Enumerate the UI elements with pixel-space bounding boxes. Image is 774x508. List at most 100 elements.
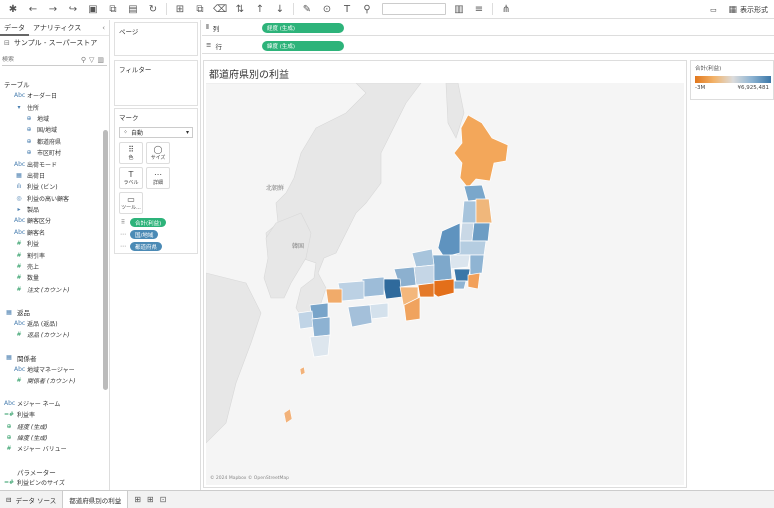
rows-shelf[interactable]: ≡ 行 緯度 (生成): [202, 38, 774, 54]
field-item[interactable]: Abc オーダー日: [0, 90, 104, 101]
mark-pill[interactable]: 合計(利益): [130, 218, 167, 227]
field-item[interactable]: ılı 利益 (ビン): [0, 181, 104, 192]
comment-icon[interactable]: ▭: [706, 3, 720, 17]
field-item[interactable]: Abc 返品 (返品): [0, 318, 104, 329]
new-worksheet-icon[interactable]: ⊞: [173, 2, 187, 16]
field-item[interactable]: Abc 顧客名: [0, 227, 104, 238]
field-item[interactable]: ▸ 製品: [0, 204, 104, 215]
field-item[interactable]: # メジャー バリュー: [0, 443, 104, 454]
field-item[interactable]: ⊕ 都道府県: [0, 136, 104, 147]
highlight-icon[interactable]: ✎: [300, 2, 314, 16]
mark-pill[interactable]: 都道府県: [130, 242, 163, 251]
field-item[interactable]: =# 利益ビンのサイズ: [0, 477, 104, 488]
field-item[interactable]: ⊕ 国/地域: [0, 124, 104, 135]
table-section-header[interactable]: ▦ 関係者: [0, 352, 104, 363]
latitude-pill[interactable]: 緯度 (生成): [262, 40, 344, 51]
worksheet-title[interactable]: 都道府県別の利益: [204, 61, 686, 81]
filter-icon[interactable]: ▽: [89, 56, 94, 64]
clear-icon[interactable]: ⌫: [213, 2, 227, 16]
field-item[interactable]: ▦ 出荷日: [0, 170, 104, 181]
tohoku-fukushima: [455, 240, 487, 256]
labels-icon[interactable]: T: [340, 2, 354, 16]
new-datasource-icon[interactable]: ⧉: [106, 2, 120, 16]
mark-button[interactable]: ◯ サイズ: [146, 142, 170, 164]
tab-data[interactable]: データ: [0, 20, 29, 36]
field-name: 市区町村: [37, 150, 62, 158]
longitude-pill[interactable]: 経度 (生成): [262, 22, 344, 33]
tableau-window: ✱ ← → ↪ ▣ ⧉ ▤ ↻ ⊞ ⧉ ⌫ ⇅ ↑ ↓ ✎ ⊙ T ⚲ ▥ ≡ …: [0, 0, 774, 508]
filled-map[interactable]: 北朝鮮 韓国 © 2024 Mapbox © OpenStreetMap: [206, 83, 684, 485]
field-item[interactable]: # 数量: [0, 272, 104, 283]
field-type-icon: #: [16, 251, 22, 259]
field-item[interactable]: ◎ 利益の高い顧客: [0, 193, 104, 204]
map-credit[interactable]: © 2024 Mapbox © OpenStreetMap: [210, 476, 289, 481]
sort-desc-icon[interactable]: ↓: [273, 2, 287, 16]
niigata: [437, 222, 461, 258]
table-section-header[interactable]: パラメーター: [0, 466, 104, 477]
field-name: 住所: [27, 104, 40, 112]
mark-button[interactable]: T ラベル: [119, 167, 143, 189]
field-item[interactable]: # 返品 (カウント): [0, 329, 104, 340]
filters-card[interactable]: フィルター: [114, 60, 198, 106]
fix-axes-icon[interactable]: ▥: [452, 2, 466, 16]
field-item[interactable]: ⊕ 地域: [0, 113, 104, 124]
pin-icon[interactable]: ⚲: [360, 2, 374, 16]
color-legend[interactable]: 合計(利益) -3M ¥6,925,481: [690, 60, 774, 100]
field-name: 注文 (カウント): [27, 286, 70, 294]
mark-button[interactable]: ⋯ 詳細: [146, 167, 170, 189]
field-item[interactable]: # 売上: [0, 261, 104, 272]
tochigi-gunma: [449, 254, 471, 270]
datasource-row[interactable]: ⊟ サンプル - スーパーストア: [0, 36, 109, 50]
collapse-icon[interactable]: ‹: [102, 24, 105, 32]
group-icon[interactable]: ⊙: [320, 2, 334, 16]
datasource-tab[interactable]: ⊟ データ ソース: [0, 491, 62, 508]
field-item[interactable]: # 利益: [0, 238, 104, 249]
redo-icon[interactable]: ↪: [66, 2, 80, 16]
field-item[interactable]: ⊕ 市区町村: [0, 147, 104, 158]
new-dashboard-tab-icon[interactable]: ⊞: [147, 495, 154, 504]
forward-icon[interactable]: →: [46, 2, 60, 16]
field-item[interactable]: # 関係者 (カウント): [0, 375, 104, 386]
duplicate-icon[interactable]: ⧉: [193, 2, 207, 16]
field-name: 利益: [27, 241, 40, 249]
table-section-header[interactable]: ▦ 返品: [0, 306, 104, 318]
tableau-logo-icon[interactable]: ✱: [6, 2, 20, 16]
columns-shelf[interactable]: ⫴ 列 経度 (生成): [202, 20, 774, 36]
pages-card[interactable]: ページ: [114, 22, 198, 56]
search-icon[interactable]: ⚲: [81, 56, 86, 64]
pause-update-icon[interactable]: ▤: [126, 2, 140, 16]
map-label-south-korea: 韓国: [292, 243, 305, 250]
field-item[interactable]: # 割引率: [0, 249, 104, 260]
field-item[interactable]: =# 利益率: [0, 409, 104, 420]
mark-button[interactable]: ▭ ツール...: [119, 192, 143, 214]
field-list-scrollbar[interactable]: [103, 130, 108, 390]
field-item[interactable]: Abc 顧客区分: [0, 215, 104, 226]
show-hide-cards-icon[interactable]: ≡: [472, 2, 486, 16]
field-item[interactable]: ▾ 住所: [0, 101, 104, 112]
field-type-icon: Abc: [4, 399, 16, 407]
mark-button[interactable]: ⠿ 色: [119, 142, 143, 164]
mark-type-select[interactable]: ⁘ 自動 ▾: [119, 127, 193, 138]
field-item[interactable]: Abc 地域マネージャー: [0, 363, 104, 374]
show-me-button[interactable]: ▦ 表示形式: [728, 5, 768, 15]
tab-analytics[interactable]: アナリティクス: [29, 23, 85, 33]
share-icon[interactable]: ⋔: [499, 2, 513, 16]
save-icon[interactable]: ▣: [86, 2, 100, 16]
refresh-icon[interactable]: ↻: [146, 2, 160, 16]
field-item[interactable]: Abc 出荷モード: [0, 158, 104, 169]
mark-pill[interactable]: 国/地域: [130, 230, 159, 239]
field-item[interactable]: ⊕ 緯度 (生成): [0, 432, 104, 443]
show-me-label: 表示形式: [740, 6, 768, 14]
search-input[interactable]: [2, 56, 81, 63]
fit-dropdown[interactable]: [382, 3, 446, 15]
back-icon[interactable]: ←: [26, 2, 40, 16]
view-options-icon[interactable]: ▥: [97, 56, 104, 64]
sheet-tab[interactable]: 都道府県別の利益: [62, 490, 129, 508]
sort-asc-icon[interactable]: ↑: [253, 2, 267, 16]
field-item[interactable]: Abc メジャー ネーム: [0, 398, 104, 409]
new-worksheet-tab-icon[interactable]: ⊞: [134, 495, 141, 504]
field-item[interactable]: # 注文 (カウント): [0, 284, 104, 295]
new-story-tab-icon[interactable]: ⊡: [160, 495, 167, 504]
field-item[interactable]: ⊕ 経度 (生成): [0, 420, 104, 431]
swap-icon[interactable]: ⇅: [233, 2, 247, 16]
